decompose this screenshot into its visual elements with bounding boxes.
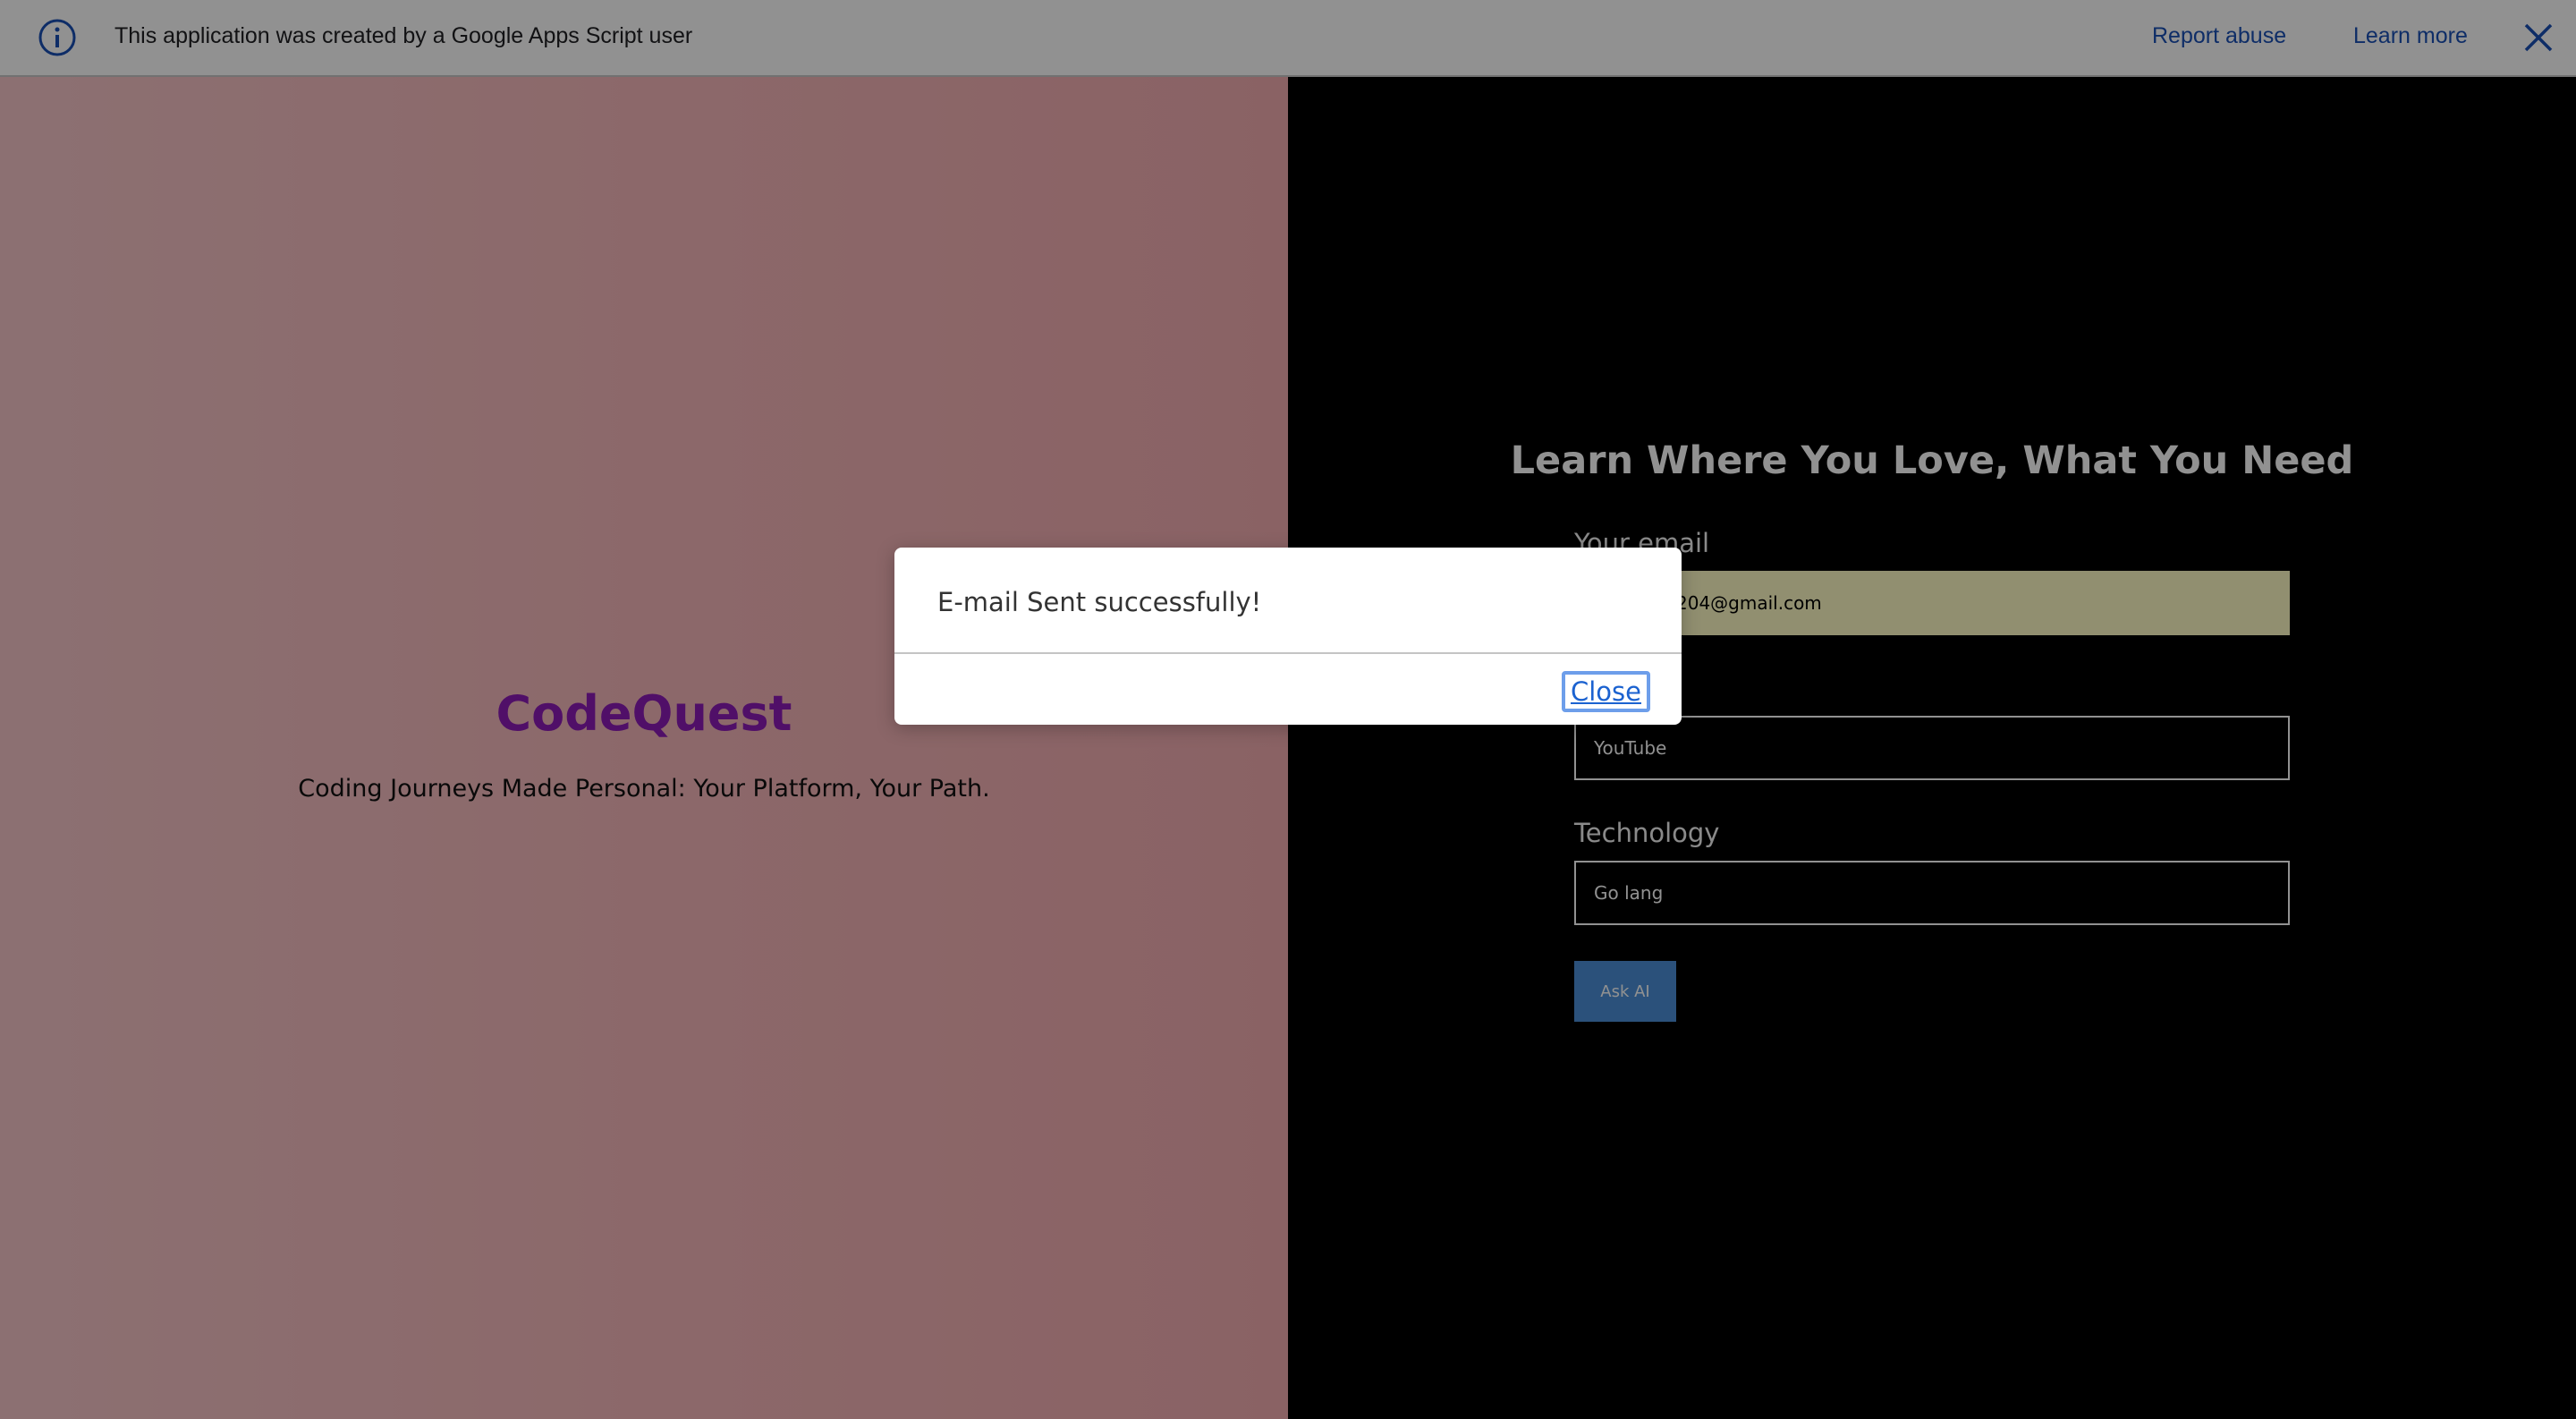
dialog-message: E-mail Sent successfully! bbox=[937, 587, 1262, 617]
alert-dialog: E-mail Sent successfully! Close bbox=[894, 548, 1682, 725]
dialog-divider bbox=[894, 652, 1682, 654]
close-button[interactable]: Close bbox=[1562, 671, 1650, 712]
